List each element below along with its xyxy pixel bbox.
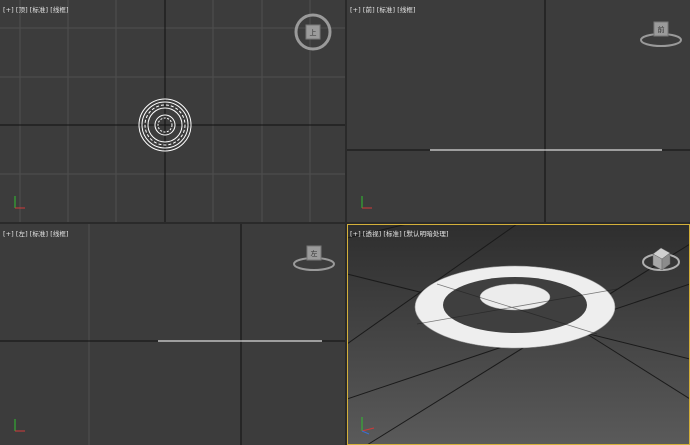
viewport-shading[interactable]: [默认明暗处理] bbox=[404, 230, 449, 238]
viewport-view-name[interactable]: [顶] bbox=[16, 6, 28, 14]
viewport-shading[interactable]: [线框] bbox=[397, 6, 415, 14]
viewport-front-label[interactable]: [+] [前] [标准] [线框] bbox=[350, 4, 418, 14]
viewport-top[interactable]: 上 [+] [顶] [标准] [线框] bbox=[0, 0, 345, 222]
viewport-front-canvas: 前 bbox=[347, 0, 690, 222]
viewcube-icon: 左 bbox=[293, 245, 335, 271]
viewport-divider-horizontal[interactable] bbox=[0, 222, 690, 224]
viewport-front[interactable]: 前 [+] [前] [标准] [线框] bbox=[347, 0, 690, 222]
axis-tripod-icon bbox=[14, 419, 25, 432]
viewport-mode[interactable]: [标准] bbox=[30, 6, 48, 14]
axis-tripod-icon bbox=[361, 196, 372, 209]
viewport-mode[interactable]: [标准] bbox=[383, 230, 401, 238]
viewcube-icon: 前 bbox=[640, 21, 682, 47]
viewport-menu-plus[interactable]: [+] bbox=[350, 6, 361, 14]
viewport-view-name[interactable]: [前] bbox=[363, 6, 375, 14]
viewport-top-canvas: 上 bbox=[0, 0, 345, 222]
viewport-top-label[interactable]: [+] [顶] [标准] [线框] bbox=[3, 4, 71, 14]
viewport-perspective[interactable]: [+] [透视] [标准] [默认明暗处理] bbox=[347, 224, 690, 445]
viewport-menu-plus[interactable]: [+] bbox=[3, 6, 14, 14]
viewport-menu-plus[interactable]: [+] bbox=[350, 230, 361, 238]
viewport-view-name[interactable]: [左] bbox=[16, 230, 28, 238]
viewport-view-name[interactable]: [透视] bbox=[363, 230, 381, 238]
viewport-mode[interactable]: [标准] bbox=[30, 230, 48, 238]
viewport-mode[interactable]: [标准] bbox=[377, 6, 395, 14]
viewport-left-canvas: 左 bbox=[0, 224, 345, 445]
viewport-shading[interactable]: [线框] bbox=[50, 6, 68, 14]
viewport-perspective-label[interactable]: [+] [透视] [标准] [默认明暗处理] bbox=[350, 228, 451, 238]
svg-text:前: 前 bbox=[658, 25, 665, 34]
svg-text:左: 左 bbox=[311, 249, 318, 258]
viewport-left-label[interactable]: [+] [左] [标准] [线框] bbox=[3, 228, 71, 238]
viewport-menu-plus[interactable]: [+] bbox=[3, 230, 14, 238]
viewport-shading[interactable]: [线框] bbox=[50, 230, 68, 238]
viewcube-icon: 上 bbox=[294, 13, 332, 51]
viewport-left[interactable]: 左 [+] [左] [标准] [线框] bbox=[0, 224, 345, 445]
viewport-perspective-canvas bbox=[347, 224, 690, 445]
svg-text:上: 上 bbox=[310, 28, 317, 37]
